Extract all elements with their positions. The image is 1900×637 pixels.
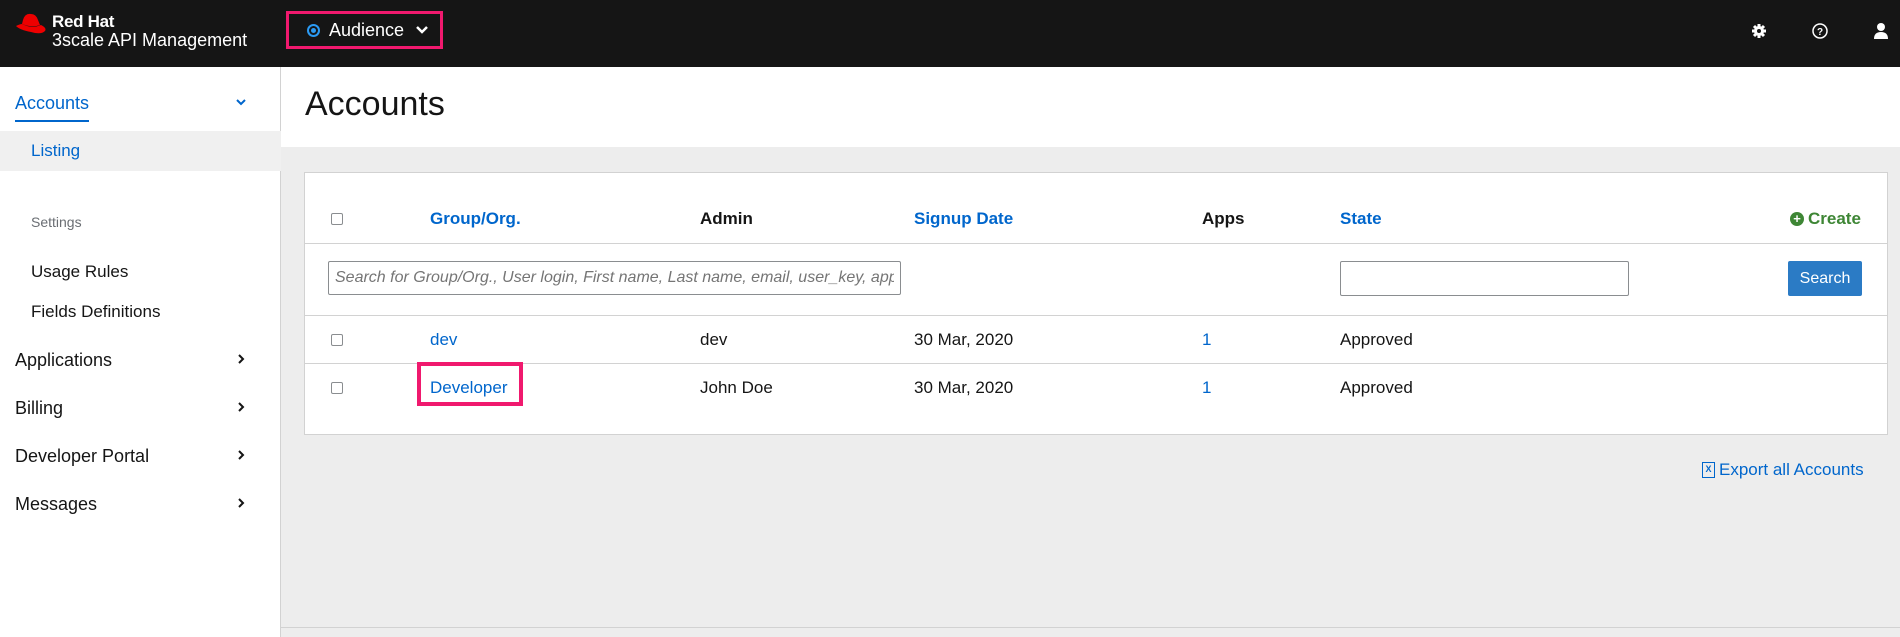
sidebar-item-messages[interactable]: Messages [0,480,281,528]
help-icon[interactable]: ? [1811,22,1829,40]
sidebar-item-label: Usage Rules [31,262,129,281]
chevron-right-icon [238,498,245,508]
red-hat-logo-icon [16,13,46,34]
export-label: Export all Accounts [1719,460,1864,479]
column-header-apps: Apps [1202,209,1245,228]
account-apps-link[interactable]: 1 [1202,330,1211,350]
excel-file-icon: X [1702,462,1715,478]
chevron-down-icon [416,26,428,34]
footer-divider [281,627,1900,628]
select-all-checkbox[interactable] [331,213,343,225]
search-button[interactable]: Search [1788,261,1862,296]
sidebar-item-label: Fields Definitions [31,302,161,321]
table-row: dev dev 30 Mar, 2020 1 Approved [305,316,1887,364]
sidebar-item-billing[interactable]: Billing [0,384,281,432]
sidebar-item-usage-rules[interactable]: Usage Rules [0,252,281,292]
sidebar-item-listing[interactable]: Listing [0,131,281,171]
sidebar: Accounts Listing Settings Usage Rules Fi… [0,67,281,637]
create-button[interactable]: + Create [1790,209,1861,229]
state-filter-input[interactable] [1340,261,1629,296]
create-label: Create [1808,209,1861,228]
page-title: Accounts [305,85,445,123]
page-header: Accounts [281,67,1900,147]
search-input[interactable] [328,261,901,295]
chevron-right-icon [238,450,245,460]
top-bar: Red Hat 3scale API Management Audience ? [0,0,1900,67]
context-selector[interactable]: Audience [286,11,443,49]
account-state: Approved [1340,378,1413,397]
account-group-link[interactable]: dev [430,330,457,350]
product-name: 3scale API Management [52,30,248,50]
sidebar-item-label: Applications [15,349,113,370]
section-heading: Settings [31,214,82,230]
export-all-accounts-link[interactable]: X Export all Accounts [1702,460,1864,480]
chevron-right-icon [238,402,245,412]
brand-logo[interactable]: Red Hat 3scale API Management [14,12,247,50]
sidebar-item-label: Billing [15,397,64,418]
table-header-row: Group/Org. Admin Signup Date Apps State … [305,173,1887,244]
account-admin: dev [700,330,728,349]
highlight-box [417,362,523,406]
gear-icon[interactable] [1750,22,1768,40]
accounts-table: Group/Org. Admin Signup Date Apps State … [304,172,1888,435]
user-icon[interactable] [1872,22,1890,40]
table-row: Developer John Doe 30 Mar, 2020 1 Approv… [305,364,1887,412]
row-checkbox[interactable] [331,382,343,394]
sidebar-item-applications[interactable]: Applications [0,336,281,384]
svg-text:?: ? [1817,27,1823,38]
account-admin: John Doe [700,378,773,397]
plus-circle-icon: + [1790,212,1804,226]
brand-name: Red Hat [52,12,115,31]
sidebar-item-label: Listing [31,141,81,160]
context-label: Audience [329,19,405,40]
sidebar-item-label: Accounts [15,92,90,122]
account-signup-date: 30 Mar, 2020 [914,378,1014,397]
sidebar-item-label: Developer Portal [15,445,150,466]
sidebar-item-developer-portal[interactable]: Developer Portal [0,432,281,480]
account-apps-link[interactable]: 1 [1202,378,1211,398]
chevron-right-icon [238,354,245,364]
row-checkbox[interactable] [331,334,343,346]
column-header-group[interactable]: Group/Org. [430,209,521,229]
column-header-signup-date[interactable]: Signup Date [914,209,1013,229]
column-header-state[interactable]: State [1340,209,1382,229]
column-header-admin: Admin [700,209,753,228]
account-state: Approved [1340,330,1413,349]
account-signup-date: 30 Mar, 2020 [914,330,1014,349]
sidebar-item-label: Messages [15,493,98,514]
chevron-down-icon [236,99,246,106]
target-icon [307,23,320,37]
sidebar-item-fields-definitions[interactable]: Fields Definitions [0,292,281,332]
sidebar-item-accounts[interactable]: Accounts [0,79,281,127]
sidebar-settings-heading: Settings [0,202,281,242]
